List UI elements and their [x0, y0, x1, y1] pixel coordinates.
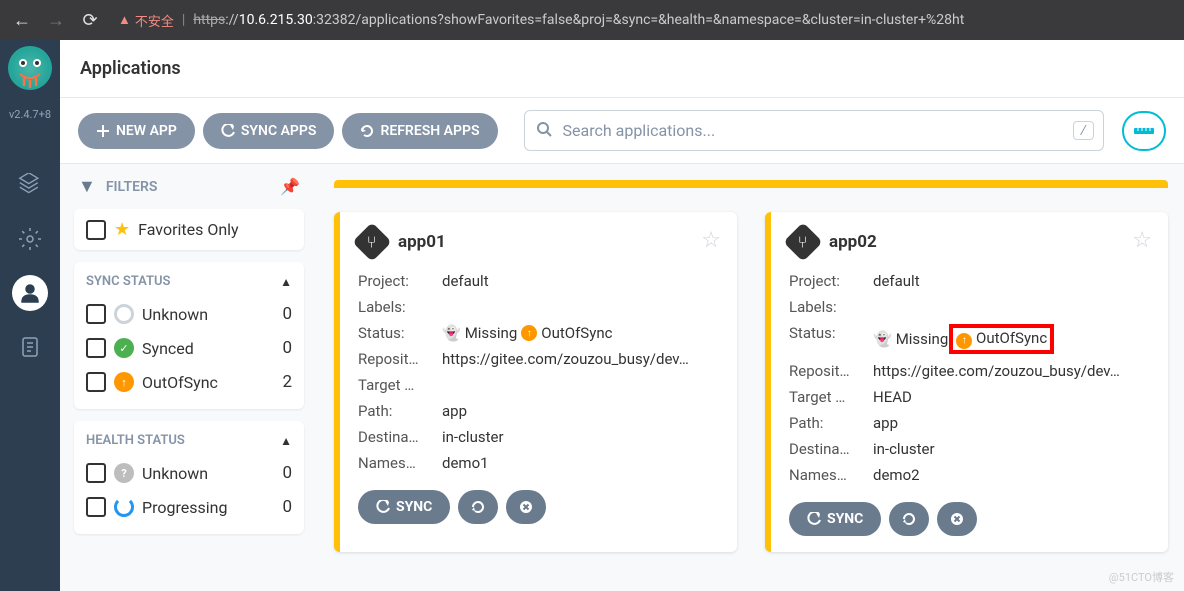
- sync-status-section: SYNC STATUS▲ Unknown0 ✓Synced0 ↑OutOfSyn…: [74, 262, 304, 409]
- sync-icon: [221, 124, 235, 138]
- app-card[interactable]: ⑂ app02 ☆ Project:default Labels: Status…: [765, 212, 1168, 552]
- sync-button[interactable]: SYNC: [789, 502, 881, 536]
- watermark: @51CTO博客: [1109, 569, 1174, 585]
- filter-row-unknown[interactable]: Unknown0: [86, 297, 292, 331]
- sync-icon: [376, 500, 390, 514]
- outofsync-icon: ↑: [114, 372, 134, 392]
- sidebar: v2.4.7+8: [0, 40, 60, 591]
- filter-row-progressing[interactable]: Progressing0: [86, 490, 292, 524]
- git-icon: ⑂: [783, 222, 823, 262]
- url-text: https://10.6.215.30:32382/applications?s…: [193, 12, 964, 28]
- insecure-label: 不安全: [135, 11, 174, 30]
- new-app-button[interactable]: NEW APP: [78, 113, 195, 149]
- filter-row-health-unknown[interactable]: ?Unknown0: [86, 456, 292, 490]
- argo-logo[interactable]: [8, 46, 52, 90]
- refresh-icon: [471, 500, 485, 514]
- sync-apps-button[interactable]: SYNC APPS: [203, 113, 335, 149]
- collapse-icon[interactable]: ▲: [280, 434, 292, 448]
- unknown-icon: [114, 304, 134, 324]
- git-icon: ⑂: [352, 222, 392, 262]
- docs-icon[interactable]: [12, 329, 48, 365]
- star-icon: ★: [114, 219, 130, 240]
- toolbar: NEW APP SYNC APPS REFRESH APPS /: [60, 98, 1184, 164]
- refresh-icon: [902, 512, 916, 526]
- settings-icon[interactable]: [12, 221, 48, 257]
- refresh-icon: [360, 124, 374, 138]
- plus-icon: [96, 124, 110, 138]
- ghost-icon: 👻: [873, 330, 892, 348]
- app-card[interactable]: ⑂ app01 ☆ Project:default Labels: Status…: [334, 212, 737, 552]
- app-name: app01: [398, 232, 446, 252]
- user-icon[interactable]: [12, 275, 48, 311]
- back-button[interactable]: ←: [8, 6, 36, 34]
- sync-icon: [807, 512, 821, 526]
- refresh-app-button[interactable]: [458, 490, 498, 524]
- warning-icon: ▲: [118, 12, 131, 28]
- page-title: Applications: [60, 40, 1184, 98]
- ghost-icon: 👻: [442, 324, 461, 342]
- progressing-icon: [114, 497, 134, 517]
- close-icon: [519, 500, 533, 514]
- close-icon: [950, 512, 964, 526]
- search-icon: [536, 121, 552, 141]
- ruler-icon: [1134, 126, 1154, 136]
- delete-app-button[interactable]: [937, 502, 977, 536]
- apps-area: ⑂ app01 ☆ Project:default Labels: Status…: [318, 164, 1184, 591]
- synced-icon: ✓: [114, 338, 134, 358]
- status-bar: [334, 180, 1168, 188]
- outofsync-status-icon: ↑: [521, 325, 537, 341]
- version-label: v2.4.7+8: [9, 108, 51, 121]
- funnel-icon: ▼: [78, 176, 96, 197]
- pin-icon[interactable]: 📌: [280, 177, 300, 196]
- browser-bar: ← → ⟳ ▲不安全 | https://10.6.215.30:32382/a…: [0, 0, 1184, 40]
- url-bar[interactable]: ▲不安全 | https://10.6.215.30:32382/applica…: [110, 11, 1176, 30]
- filter-row-synced[interactable]: ✓Synced0: [86, 331, 292, 365]
- sync-button[interactable]: SYNC: [358, 490, 450, 524]
- filter-row-outofsync[interactable]: ↑OutOfSync2: [86, 365, 292, 399]
- checkbox[interactable]: [86, 220, 106, 240]
- health-status-section: HEALTH STATUS▲ ?Unknown0 Progressing0: [74, 421, 304, 534]
- collapse-icon[interactable]: ▲: [280, 275, 292, 289]
- view-mode-button[interactable]: [1122, 111, 1166, 151]
- search-input[interactable]: [524, 110, 1104, 151]
- forward-button[interactable]: →: [42, 6, 70, 34]
- refresh-app-button[interactable]: [889, 502, 929, 536]
- slash-hint: /: [1073, 121, 1094, 140]
- favorite-star[interactable]: ☆: [1132, 228, 1152, 253]
- unknown-health-icon: ?: [114, 463, 134, 483]
- outofsync-status-icon: ↑: [956, 333, 972, 349]
- filters-panel: ▼FILTERS 📌 ★ Favorites Only SYNC STATUS▲…: [60, 164, 318, 591]
- reload-button[interactable]: ⟳: [76, 6, 104, 34]
- delete-app-button[interactable]: [506, 490, 546, 524]
- filters-header: ▼FILTERS 📌: [74, 176, 304, 197]
- search-wrap: /: [524, 110, 1104, 151]
- refresh-apps-button[interactable]: REFRESH APPS: [342, 113, 497, 149]
- favorite-star[interactable]: ☆: [701, 228, 721, 253]
- favorites-label: Favorites Only: [138, 220, 238, 239]
- content-area: Applications NEW APP SYNC APPS REFRESH A…: [60, 40, 1184, 591]
- layers-icon[interactable]: [12, 167, 48, 203]
- app-name: app02: [829, 232, 877, 252]
- favorites-filter[interactable]: ★ Favorites Only: [74, 209, 304, 250]
